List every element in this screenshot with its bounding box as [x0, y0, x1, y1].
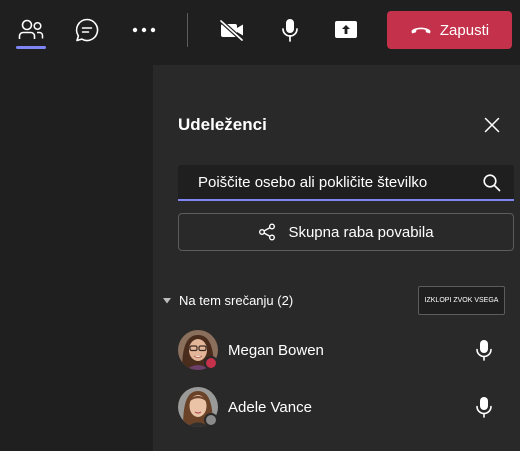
share-screen-button[interactable] — [326, 10, 366, 50]
search-icon[interactable] — [482, 173, 502, 193]
meeting-stage — [0, 65, 153, 451]
leave-button-label: Zapusti — [439, 21, 490, 39]
participant-name: Adele Vance — [228, 399, 312, 416]
active-tab-indicator — [16, 46, 46, 49]
participant-search-input[interactable] — [178, 165, 478, 199]
people-icon — [18, 19, 44, 39]
meeting-toolbar: Zapusti — [0, 0, 520, 65]
camera-toggle-button[interactable] — [212, 10, 252, 50]
share-screen-icon — [335, 21, 357, 38]
status-busy-badge — [204, 356, 218, 370]
hang-up-icon — [411, 27, 431, 34]
caret-down-icon — [163, 297, 171, 303]
microphone-icon[interactable] — [474, 339, 494, 361]
share-invite-button[interactable]: Skupna raba povabila — [178, 213, 514, 251]
chat-button[interactable] — [67, 10, 107, 50]
close-panel-button[interactable] — [481, 114, 503, 136]
in-meeting-section-header[interactable]: Na tem srečanju (2) — [163, 293, 293, 308]
section-label: Na tem srečanju (2) — [179, 293, 294, 308]
microphone-icon — [282, 19, 298, 42]
leave-button[interactable]: Zapusti — [387, 11, 512, 49]
participant-row[interactable]: Adele Vance — [178, 387, 508, 431]
participant-name: Megan Bowen — [228, 342, 324, 359]
participant-search-box — [178, 165, 514, 201]
toolbar-divider — [187, 13, 188, 47]
microphone-icon[interactable] — [474, 396, 494, 418]
close-icon — [484, 117, 500, 133]
panel-title: Udeleženci — [178, 115, 267, 134]
participants-panel: Udeleženci Skupna raba povabila Na tem s… — [153, 65, 520, 451]
camera-off-icon — [219, 19, 244, 42]
share-icon — [259, 223, 276, 241]
status-offline-badge — [204, 413, 218, 427]
microphone-toggle-button[interactable] — [270, 10, 310, 50]
mute-all-button[interactable]: IZKLOPI ZVOK VSEGA — [418, 286, 505, 315]
chat-icon — [75, 18, 99, 42]
share-invite-label: Skupna raba povabila — [288, 223, 434, 241]
more-button[interactable] — [124, 10, 164, 50]
participant-row[interactable]: Megan Bowen — [178, 330, 508, 374]
people-button[interactable] — [11, 10, 51, 50]
more-icon — [132, 27, 156, 33]
